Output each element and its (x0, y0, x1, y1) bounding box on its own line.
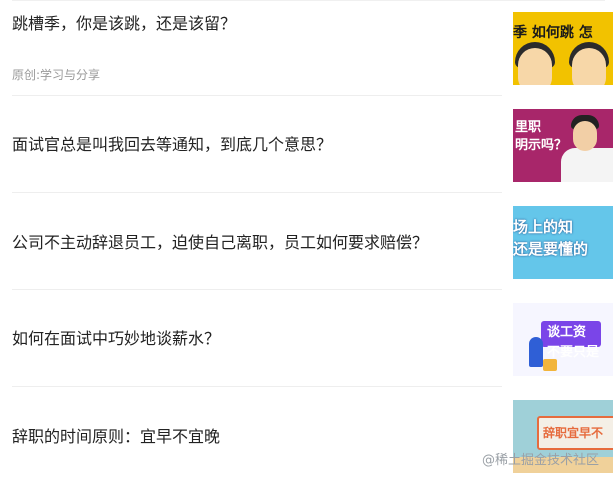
cartoon-person (529, 337, 543, 367)
article-thumbnail[interactable]: 场上的知 还是要懂的 (513, 206, 613, 279)
thumbnail-caption: 里职 明示吗？ (515, 120, 568, 153)
article-item[interactable]: 如何在面试中巧妙地谈薪水？ 谈工资 不要只是 (0, 291, 613, 388)
article-item[interactable]: 面试官总是叫我回去等通知，到底几个意思？ 里职 明示吗？ (0, 97, 613, 194)
article-divider (12, 95, 502, 96)
article-item[interactable]: 公司不主动辞退员工，迫使自己离职，员工如何要求赔偿？ 场上的知 还是要懂的 (0, 194, 613, 291)
article-title[interactable]: 面试官总是叫我回去等通知，到底几个意思？ (12, 134, 502, 156)
article-item[interactable]: 跳槽季，你是该跳，还是该留？ 原创:学习与分享 季 如何跳 怎 (0, 0, 613, 97)
cartoon-head (573, 121, 597, 151)
cartoon-face (572, 48, 606, 85)
article-thumbnail[interactable]: 季 如何跳 怎 (513, 12, 613, 85)
article-thumbnail[interactable]: 谈工资 不要只是 (513, 303, 613, 376)
article-title[interactable]: 辞职的时间原则：宜早不宜晚 (12, 426, 502, 448)
article-feed: 跳槽季，你是该跳，还是该留？ 原创:学习与分享 季 如何跳 怎 面试官总是叫我回… (0, 0, 613, 479)
thumbnail-caption: 季 如何跳 怎 (513, 25, 593, 41)
thumbnail-caption: 辞职宜早不 (543, 426, 604, 440)
article-divider (12, 289, 502, 290)
article-divider (12, 192, 502, 193)
article-source: 原创:学习与分享 (12, 68, 101, 82)
article-title[interactable]: 跳槽季，你是该跳，还是该留？ (12, 13, 502, 35)
watermark: @稀土掘金技术社区 (482, 453, 600, 468)
thumbnail-caption: 场上的知 还是要懂的 (513, 218, 589, 258)
article-divider (12, 386, 502, 387)
article-title[interactable]: 公司不主动辞退员工，迫使自己离职，员工如何要求赔偿？ (12, 232, 502, 254)
cartoon-face (518, 48, 552, 85)
article-thumbnail[interactable]: 里职 明示吗？ (513, 109, 613, 182)
thumbnail-caption: 谈工资 不要只是 (547, 325, 600, 360)
article-title[interactable]: 如何在面试中巧妙地谈薪水？ (12, 328, 502, 350)
cartoon-shirt (561, 148, 613, 182)
